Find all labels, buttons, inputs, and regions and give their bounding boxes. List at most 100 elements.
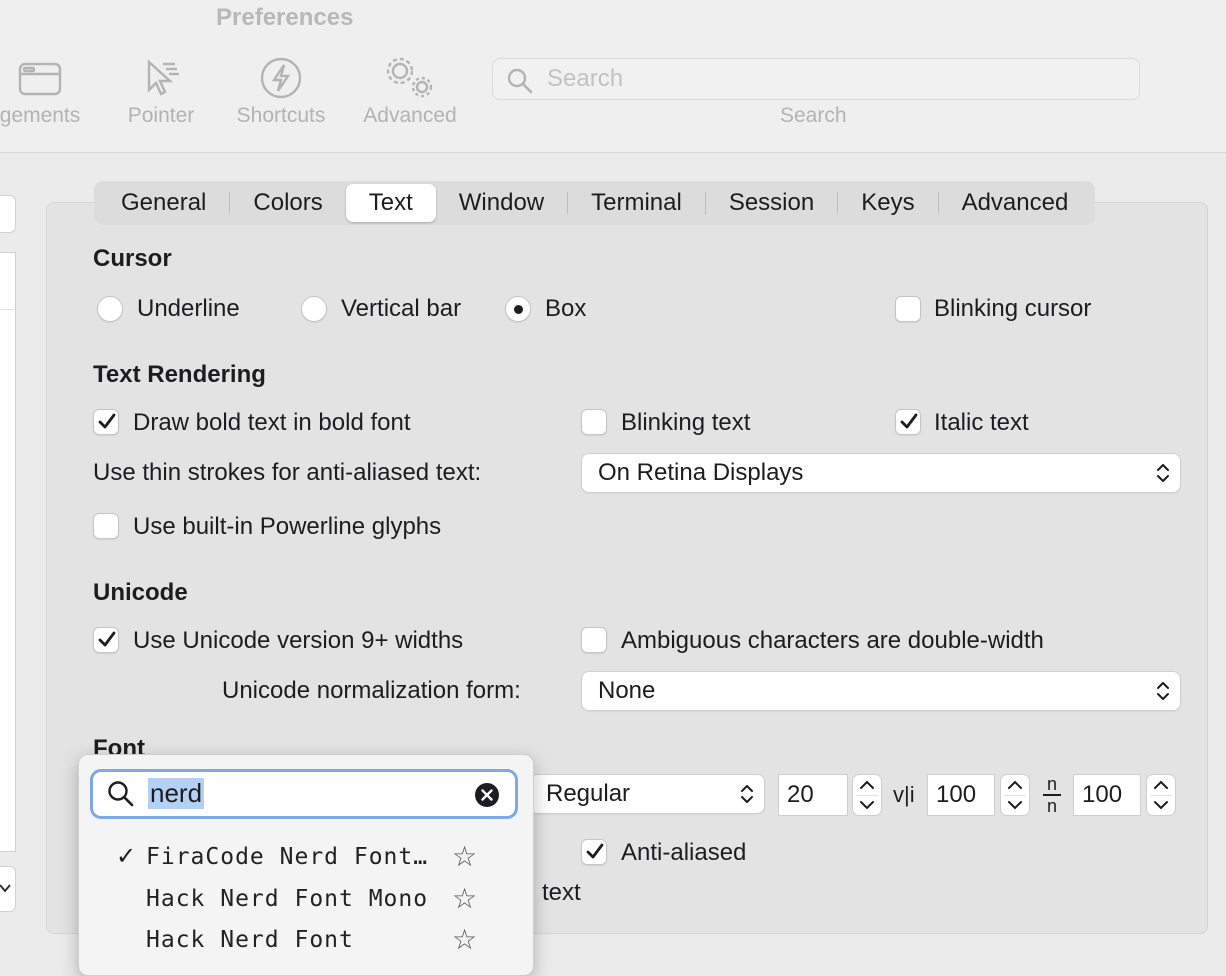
blinking-cursor-checkbox[interactable] xyxy=(895,296,921,322)
thin-strokes-label: Use thin strokes for anti-aliased text: xyxy=(93,459,482,486)
unicode-v9-label: Use Unicode version 9+ widths xyxy=(133,627,464,654)
font-style-popup[interactable]: Regular xyxy=(530,775,764,813)
powerline-checkbox[interactable] xyxy=(93,513,119,539)
ambiguous-width-label: Ambiguous characters are double-width xyxy=(621,627,1044,654)
unicode-v9-checkbox[interactable] xyxy=(93,627,119,653)
tab-text[interactable]: Text xyxy=(345,184,436,222)
updown-chevron-icon xyxy=(1157,682,1169,700)
chevron-down-icon xyxy=(860,801,874,810)
search-icon xyxy=(108,781,134,807)
horizontal-spacing-icon: v|i xyxy=(893,782,915,807)
checkmark-icon xyxy=(98,631,116,647)
toolbar-item-advanced[interactable]: Advanced xyxy=(352,52,468,134)
toolbar-item-label: Pointer xyxy=(127,104,195,127)
chevron-up-icon xyxy=(1154,780,1168,789)
horizontal-spacing-field[interactable]: 100 xyxy=(928,775,994,815)
italic-text-checkbox[interactable] xyxy=(895,409,921,435)
box-label: Box xyxy=(545,295,587,322)
check-icon: ✓ xyxy=(116,843,137,870)
font-result-item[interactable]: Hack Nerd Font Mono ☆ xyxy=(80,880,530,920)
tab-window[interactable]: Window xyxy=(436,184,567,222)
text-rendering-heading: Text Rendering xyxy=(93,361,266,388)
checkmark-icon xyxy=(586,843,604,859)
tab-bar: General Colors Text Window Terminal Sess… xyxy=(94,181,1096,225)
tab-advanced[interactable]: Advanced xyxy=(939,184,1092,222)
vertical-bar-label: Vertical bar xyxy=(341,295,462,322)
toolbar-item-arrangements[interactable]: gements xyxy=(0,52,100,134)
profile-actions-popup[interactable] xyxy=(0,866,16,912)
blinking-text-checkbox[interactable] xyxy=(581,409,607,435)
tab-keys[interactable]: Keys xyxy=(838,184,937,222)
vertical-spacing-stepper[interactable] xyxy=(1147,775,1175,815)
star-icon[interactable]: ☆ xyxy=(452,923,477,954)
font-size-value: 20 xyxy=(787,781,814,808)
profile-list[interactable] xyxy=(0,252,16,852)
chevron-down-icon xyxy=(0,884,11,893)
underline-label: Underline xyxy=(137,295,240,322)
chevron-down-icon xyxy=(1008,801,1022,810)
star-icon[interactable]: ☆ xyxy=(452,840,477,873)
search-icon xyxy=(507,68,533,94)
bolt-icon xyxy=(226,52,336,104)
underline-radio[interactable] xyxy=(97,296,123,322)
tab-general[interactable]: General xyxy=(98,184,229,222)
chevron-down-icon xyxy=(1154,801,1168,810)
tab-terminal[interactable]: Terminal xyxy=(568,184,705,222)
bold-font-checkbox[interactable] xyxy=(93,409,119,435)
updown-chevron-icon xyxy=(1157,464,1169,482)
font-result-item[interactable]: Hack Nerd Font ☆ xyxy=(80,921,530,954)
normalization-value: None xyxy=(598,677,656,704)
powerline-label: Use built-in Powerline glyphs xyxy=(133,513,442,540)
normalization-label: Unicode normalization form: xyxy=(222,677,521,704)
font-result-name: FiraCode Nerd Font… xyxy=(146,844,429,870)
unicode-heading: Unicode xyxy=(93,579,188,606)
font-size-stepper[interactable] xyxy=(853,775,881,815)
toolbar: Preferences gements Pointer Shortcuts Ad… xyxy=(0,0,1226,153)
toolbar-item-label: Advanced xyxy=(363,104,457,127)
window-title: Preferences xyxy=(216,4,354,31)
horizontal-spacing-stepper[interactable] xyxy=(1001,775,1029,815)
pointer-icon xyxy=(110,52,212,104)
toolbar-search-field[interactable]: Search xyxy=(492,58,1140,100)
vertical-spacing-glyph-top: n xyxy=(1046,774,1057,794)
star-icon[interactable]: ☆ xyxy=(452,882,477,915)
normalization-popup[interactable]: None xyxy=(582,672,1180,710)
search-placeholder: Search xyxy=(547,65,624,92)
thin-strokes-popup[interactable]: On Retina Displays xyxy=(582,454,1180,492)
font-result-item[interactable]: ✓ FiraCode Nerd Font… ☆ xyxy=(80,838,530,878)
vertical-spacing-glyph-bottom: n xyxy=(1046,796,1057,816)
checkmark-icon xyxy=(98,413,116,429)
anti-aliased-checkbox[interactable] xyxy=(581,839,607,865)
anti-aliased-label: Anti-aliased xyxy=(621,839,747,866)
search-caption: Search xyxy=(780,104,847,127)
box-radio[interactable] xyxy=(505,296,531,322)
checkmark-icon xyxy=(900,413,918,429)
font-size-field[interactable]: 20 xyxy=(779,775,847,815)
profile-search-field[interactable] xyxy=(0,195,16,233)
vertical-bar-radio[interactable] xyxy=(301,296,327,322)
vertical-spacing-icon: n n xyxy=(1041,775,1063,815)
thin-strokes-value: On Retina Displays xyxy=(598,459,804,486)
toolbar-item-label: Shortcuts xyxy=(236,104,326,127)
blinking-cursor-label: Blinking cursor xyxy=(934,295,1092,322)
toolbar-item-shortcuts[interactable]: Shortcuts xyxy=(226,52,336,134)
vertical-spacing-field[interactable]: 100 xyxy=(1074,775,1140,815)
gears-icon xyxy=(352,52,468,104)
clear-icon[interactable] xyxy=(475,783,499,807)
font-style-value: Regular xyxy=(546,780,631,807)
partial-option-label: l text xyxy=(530,879,581,906)
toolbar-item-pointer[interactable]: Pointer xyxy=(110,52,212,134)
font-result-name: Hack Nerd Font Mono xyxy=(146,886,429,912)
chevron-up-icon xyxy=(1008,780,1022,789)
profile-list-divider xyxy=(0,309,14,310)
vertical-spacing-value: 100 xyxy=(1082,781,1123,808)
updown-chevron-icon xyxy=(741,785,753,803)
font-result-name: Hack Nerd Font xyxy=(146,927,354,953)
tab-colors[interactable]: Colors xyxy=(230,184,345,222)
font-search-field[interactable]: nerd xyxy=(90,769,518,819)
tab-session[interactable]: Session xyxy=(706,184,837,222)
italic-text-label: Italic text xyxy=(934,409,1029,436)
blinking-text-label: Blinking text xyxy=(621,409,751,436)
ambiguous-width-checkbox[interactable] xyxy=(581,627,607,653)
window-icon xyxy=(0,52,100,104)
